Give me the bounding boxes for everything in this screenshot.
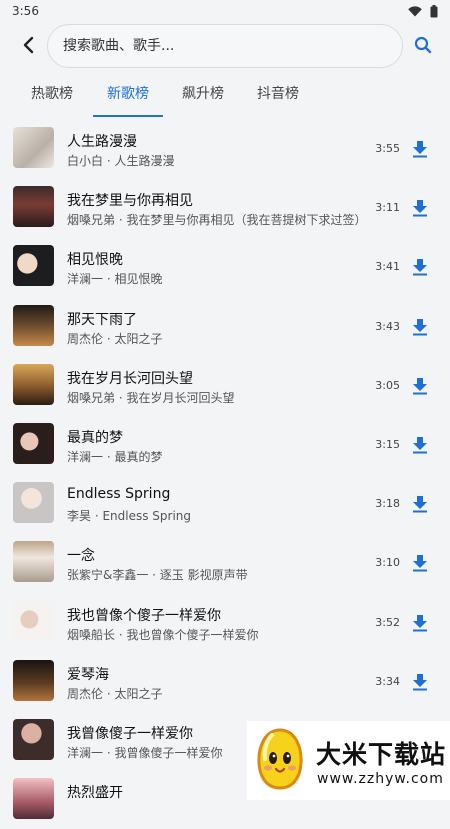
song-artist-album: 洋澜一 · 相见恨晚 [67,272,163,287]
back-arrow-icon [22,36,34,58]
rice-mascot-logo [255,727,305,791]
watermark-title: 大米下载站 [316,740,447,769]
album-cover [13,127,54,168]
song-duration: 3:43 [375,319,400,333]
song-artist-album: 烟嗓船长 · 我也曾像个傻子一样爱你 [67,627,259,642]
album-cover [13,778,54,820]
download-icon [412,555,428,576]
song-title: Endless Spring [67,486,171,503]
song-row[interactable]: 最真的梦 洋澜一 · 最真的梦 3:15 [0,415,450,474]
download-icon [412,673,428,695]
song-artist-album: 李昊 · Endless Spring [67,509,192,524]
song-title: 我曾像傻子一样爱你 [67,725,193,742]
search-header [0,22,450,72]
song-row[interactable]: 我在岁月长河回头望 烟嗓兄弟 · 我在岁月长河回头望 3:05 [0,356,450,415]
song-duration: 3:05 [375,378,400,392]
song-row[interactable]: 相见恨晚 洋澜一 · 相见恨晚 3:41 [0,237,450,296]
song-row[interactable]: 那天下雨了 周杰伦 · 太阳之子 3:43 [0,297,450,356]
status-bar: 3:56 [0,0,450,22]
song-duration: 3:41 [375,260,400,274]
download-button[interactable] [412,614,428,632]
song-title: 相见恨晚 [67,252,123,269]
album-cover [13,422,54,464]
song-duration: 3:55 [375,142,400,155]
search-box[interactable] [47,24,403,68]
song-title: 最真的梦 [67,429,123,446]
song-artist-album: 周杰伦 · 太阳之子 [67,686,163,701]
download-button[interactable] [412,258,428,276]
download-icon [412,614,428,636]
status-time: 3:56 [12,4,39,18]
song-row[interactable]: 我在梦里与你再相见 烟嗓兄弟 · 我在梦里与你再相见（我在菩提树下求过签） 3:… [0,178,450,237]
song-artist-album: 洋澜一 · 我曾像傻子一样爱你 [67,745,223,760]
song-artist-album: 洋澜一 · 最真的梦 [67,449,163,464]
download-button[interactable] [412,199,428,217]
download-button[interactable] [412,140,428,158]
song-title: 一念 [67,548,95,565]
song-duration: 3:10 [375,556,400,570]
song-duration: 3:15 [375,437,400,451]
tab-rising[interactable]: 飙升榜 [182,84,224,114]
download-button[interactable] [412,436,428,454]
download-button[interactable] [412,554,428,572]
album-cover [13,482,54,524]
download-button[interactable] [412,318,428,336]
song-title: 我也曾像个傻子一样爱你 [67,607,221,624]
song-title: 那天下雨了 [67,311,137,328]
download-icon [412,259,428,280]
album-cover [13,600,54,642]
tab-douyin[interactable]: 抖音榜 [257,84,299,114]
chart-tabs: 热歌榜 新歌榜 飙升榜 抖音榜 [0,76,450,117]
song-row[interactable]: 一念 张紫宁&李鑫一 · 逐玉 影视原声带 3:10 [0,533,450,592]
tab-new[interactable]: 新歌榜 [93,84,163,117]
watermark-banner: 大米下载站 www.zzhyw.com [247,721,450,800]
song-duration: 3:11 [375,201,400,215]
download-icon [412,436,428,458]
battery-icon [430,4,438,18]
song-duration: 3:52 [375,615,400,629]
album-cover [13,659,54,701]
song-row[interactable]: Endless Spring 李昊 · Endless Spring 3:18 [0,474,450,533]
song-title: 我在梦里与你再相见 [67,193,193,210]
album-cover [13,718,54,760]
download-button[interactable] [412,673,428,691]
download-icon [412,200,428,221]
tab-hot[interactable]: 热歌榜 [31,84,73,114]
song-artist-album: 白小白 · 人生路漫漫 [67,154,175,168]
song-title: 爱琴海 [67,666,109,683]
song-artist-album: 周杰伦 · 太阳之子 [67,331,163,346]
wifi-icon [408,5,422,17]
song-duration: 3:34 [375,674,400,688]
download-icon [412,377,428,399]
back-button[interactable] [18,36,38,58]
album-cover [13,186,54,228]
status-icons [408,4,438,18]
album-cover [13,541,54,583]
song-artist-album: 张紫宁&李鑫一 · 逐玉 影视原声带 [67,568,248,583]
search-input[interactable] [61,37,385,55]
download-button[interactable] [412,495,428,513]
album-cover [13,363,54,405]
download-icon [412,496,428,517]
download-button[interactable] [412,377,428,395]
download-icon [412,318,428,340]
song-title: 我在岁月长河回头望 [67,370,193,387]
song-row[interactable]: 爱琴海 周杰伦 · 太阳之子 3:34 [0,652,450,711]
song-title: 人生路漫漫 [67,134,137,150]
album-cover [13,245,54,287]
song-artist-album: 烟嗓兄弟 · 我在梦里与你再相见（我在菩提树下求过签） [67,213,367,228]
album-cover [13,304,54,346]
search-button[interactable] [412,36,434,58]
song-artist-album: 烟嗓兄弟 · 我在岁月长河回头望 [67,390,235,405]
watermark-url: www.zzhyw.com [317,771,444,787]
search-icon [414,36,432,58]
song-row[interactable]: 我也曾像个傻子一样爱你 烟嗓船长 · 我也曾像个傻子一样爱你 3:52 [0,593,450,652]
song-duration: 3:18 [375,497,400,511]
download-icon [412,141,428,162]
song-row[interactable]: 人生路漫漫 白小白 · 人生路漫漫 3:55 [0,119,450,178]
song-title: 热烈盛开 [67,785,123,802]
